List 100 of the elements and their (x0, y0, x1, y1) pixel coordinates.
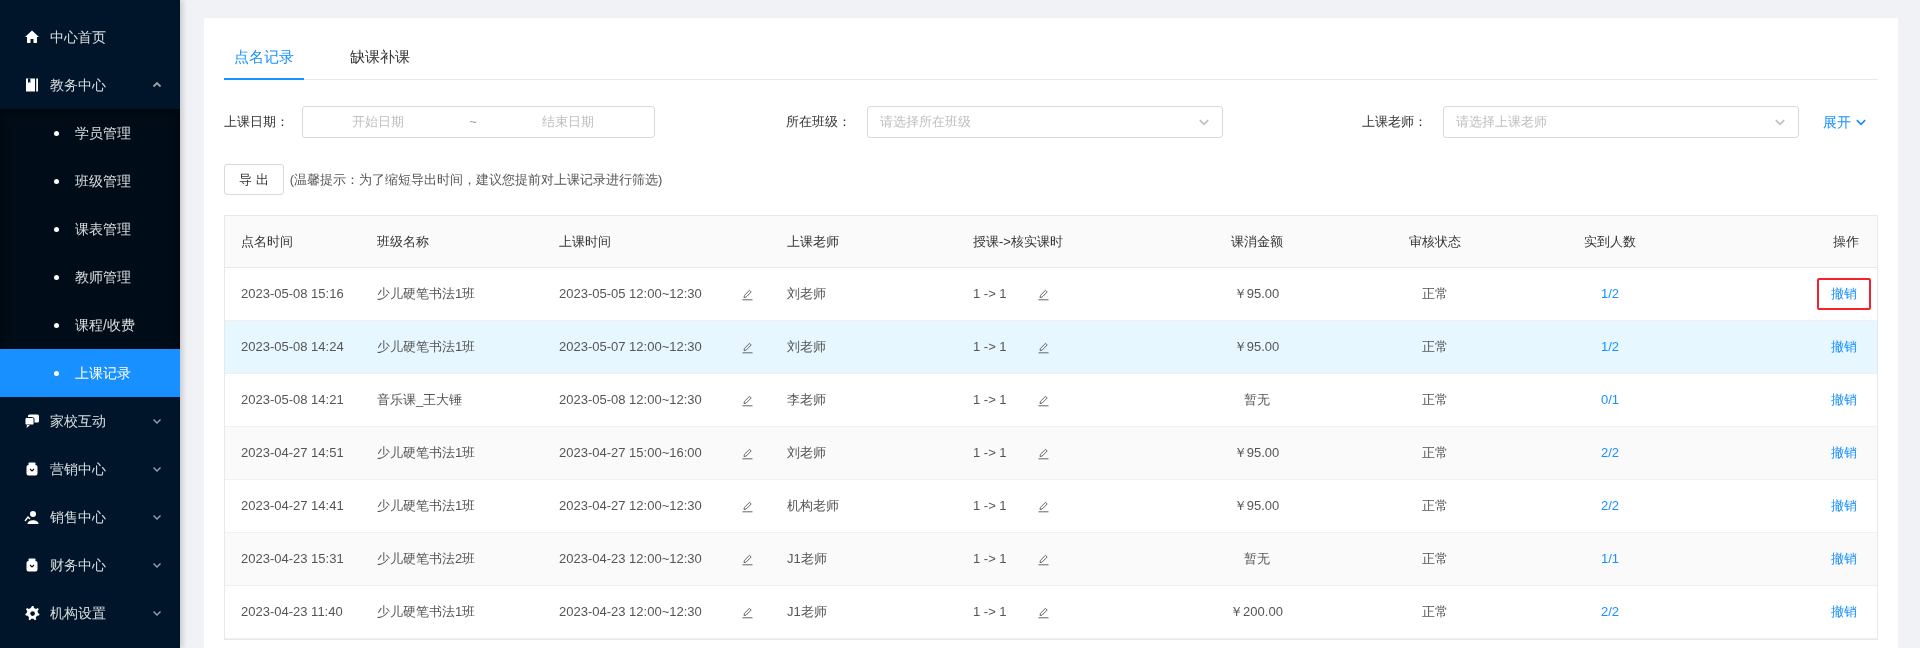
table-cell-text: 正常 (1422, 603, 1448, 622)
edit-icon[interactable] (741, 287, 754, 301)
table-cell-text: ￥95.00 (1233, 497, 1280, 516)
table-cell-text: 刘老师 (787, 338, 826, 357)
sidebar-subitem[interactable]: 上课记录 (0, 349, 180, 397)
attendance-link[interactable]: 2/2 (1600, 496, 1620, 516)
table-cell-text: 2023-05-08 14:21 (241, 391, 344, 410)
date-label: 上课日期： (224, 113, 290, 132)
sidebar-subitem[interactable]: 学员管理 (0, 109, 180, 157)
bag-icon (24, 461, 40, 477)
edit-icon[interactable] (1037, 393, 1050, 407)
edit-icon[interactable] (1037, 446, 1050, 460)
revoke-link[interactable]: 撤销 (1817, 384, 1871, 416)
person-icon (24, 509, 40, 525)
table-cell-text: 正常 (1422, 444, 1448, 463)
export-button[interactable]: 导 出 (224, 164, 284, 195)
table-cell-text: 2023-05-08 12:00~12:30 (559, 391, 703, 410)
sidebar-subitem[interactable]: 课表管理 (0, 205, 180, 253)
sidebar-item[interactable]: 财务中心 (0, 541, 180, 589)
bullet-icon (54, 226, 59, 232)
revoke-link[interactable]: 撤销 (1817, 278, 1871, 310)
edit-icon[interactable] (741, 552, 754, 566)
edit-icon[interactable] (1037, 499, 1050, 513)
attendance-link[interactable]: 1/1 (1600, 549, 1620, 569)
attendance-link[interactable]: 2/2 (1600, 443, 1620, 463)
home-icon (24, 29, 40, 45)
sidebar-item[interactable]: 中心首页 (0, 13, 180, 61)
table-cell-text: 少儿硬笔书法1班 (377, 338, 476, 357)
select-field[interactable]: 请选择所在班级 (867, 106, 1223, 138)
sidebar-item[interactable]: 机构设置 (0, 589, 180, 637)
table-cell-text: 少儿硬笔书法1班 (377, 497, 476, 516)
edit-icon[interactable] (741, 446, 754, 460)
table-cell-text: 2023-04-27 15:00~16:00 (559, 444, 703, 463)
table-cell-text: 1 -> 1 (973, 444, 1008, 463)
table-cell-text: 1 -> 1 (973, 338, 1008, 357)
table-cell-text: 2023-05-05 12:00~12:30 (559, 285, 703, 304)
sidebar-item[interactable]: 教务中心 (0, 61, 180, 109)
tab[interactable]: 点名记录 (224, 36, 304, 80)
tab[interactable]: 缺课补课 (340, 36, 420, 80)
sidebar-subitem[interactable]: 教师管理 (0, 253, 180, 301)
bullet-icon (54, 274, 59, 280)
edit-icon[interactable] (741, 393, 754, 407)
bullet-icon (54, 322, 59, 328)
sidebar-subitem[interactable]: 课程/收费 (0, 301, 180, 349)
column-header: 操作 (1833, 232, 1859, 251)
table-cell-text: 正常 (1422, 285, 1448, 304)
book-icon (24, 77, 40, 93)
table-cell-text: ￥200.00 (1230, 603, 1283, 622)
expand-link[interactable]: 展开 (1823, 111, 1867, 133)
table-cell-text: 2023-04-23 12:00~12:30 (559, 603, 703, 622)
sidebar-subitem[interactable]: 班级管理 (0, 157, 180, 205)
table-cell-text: ￥95.00 (1233, 285, 1280, 304)
bag-icon (24, 557, 40, 573)
table-cell-text: 少儿硬笔书法1班 (377, 285, 476, 304)
select-field[interactable]: 请选择上课老师 (1443, 106, 1799, 138)
table-cell-text: 1 -> 1 (973, 285, 1008, 304)
edit-icon[interactable] (741, 340, 754, 354)
revoke-link[interactable]: 撤销 (1817, 490, 1871, 522)
table-cell-text: 李老师 (787, 391, 826, 410)
attendance-link[interactable]: 0/1 (1600, 390, 1620, 410)
revoke-link[interactable]: 撤销 (1817, 437, 1871, 469)
edit-icon[interactable] (741, 499, 754, 513)
sidebar-item[interactable]: 销售中心 (0, 493, 180, 541)
edit-icon[interactable] (1037, 605, 1050, 619)
attendance-link[interactable]: 2/2 (1600, 602, 1620, 622)
table-cell-text: 少儿硬笔书法1班 (377, 603, 476, 622)
table-cell-text: J1老师 (787, 550, 827, 569)
table-cell-text: 暂无 (1243, 550, 1270, 569)
edit-icon[interactable] (1037, 552, 1050, 566)
table-cell-text: 音乐课_王大锤 (377, 391, 463, 410)
table-cell-text: J1老师 (787, 603, 827, 622)
revoke-link[interactable]: 撤销 (1817, 596, 1871, 628)
table-cell-text: 正常 (1422, 497, 1448, 516)
settings-icon (24, 605, 40, 621)
sidebar-item[interactable]: 营销中心 (0, 445, 180, 493)
sidebar-item[interactable]: 家校互动 (0, 397, 180, 445)
column-header: 课消金额 (1230, 232, 1283, 251)
date-range-field[interactable]: 开始日期 ~ 结束日期 (302, 106, 655, 138)
table-cell-text: 2023-04-27 12:00~12:30 (559, 497, 703, 516)
attendance-link[interactable]: 1/2 (1600, 337, 1620, 357)
table-cell-text: 2023-05-07 12:00~12:30 (559, 338, 703, 357)
table-cell-text: 1 -> 1 (973, 603, 1008, 622)
table-cell-text: 正常 (1422, 338, 1448, 357)
bullet-icon (54, 178, 59, 184)
table-cell-text: 少儿硬笔书法2班 (377, 550, 476, 569)
column-header: 上课老师 (787, 232, 839, 251)
edit-icon[interactable] (1037, 287, 1050, 301)
table-cell-text: 机构老师 (787, 497, 839, 516)
attendance-link[interactable]: 1/2 (1600, 284, 1620, 304)
column-header: 点名时间 (241, 232, 293, 251)
revoke-link[interactable]: 撤销 (1817, 331, 1871, 363)
table-cell-text: 1 -> 1 (973, 391, 1008, 410)
edit-icon[interactable] (1037, 340, 1050, 354)
table-cell-text: 正常 (1422, 391, 1448, 410)
table-cell-text: ￥95.00 (1233, 338, 1280, 357)
edit-icon[interactable] (741, 605, 754, 619)
table-cell-text: ￥95.00 (1233, 444, 1280, 463)
revoke-link[interactable]: 撤销 (1817, 543, 1871, 575)
table-cell-text: 2023-04-27 14:51 (241, 444, 344, 463)
column-header: 上课时间 (559, 232, 611, 251)
